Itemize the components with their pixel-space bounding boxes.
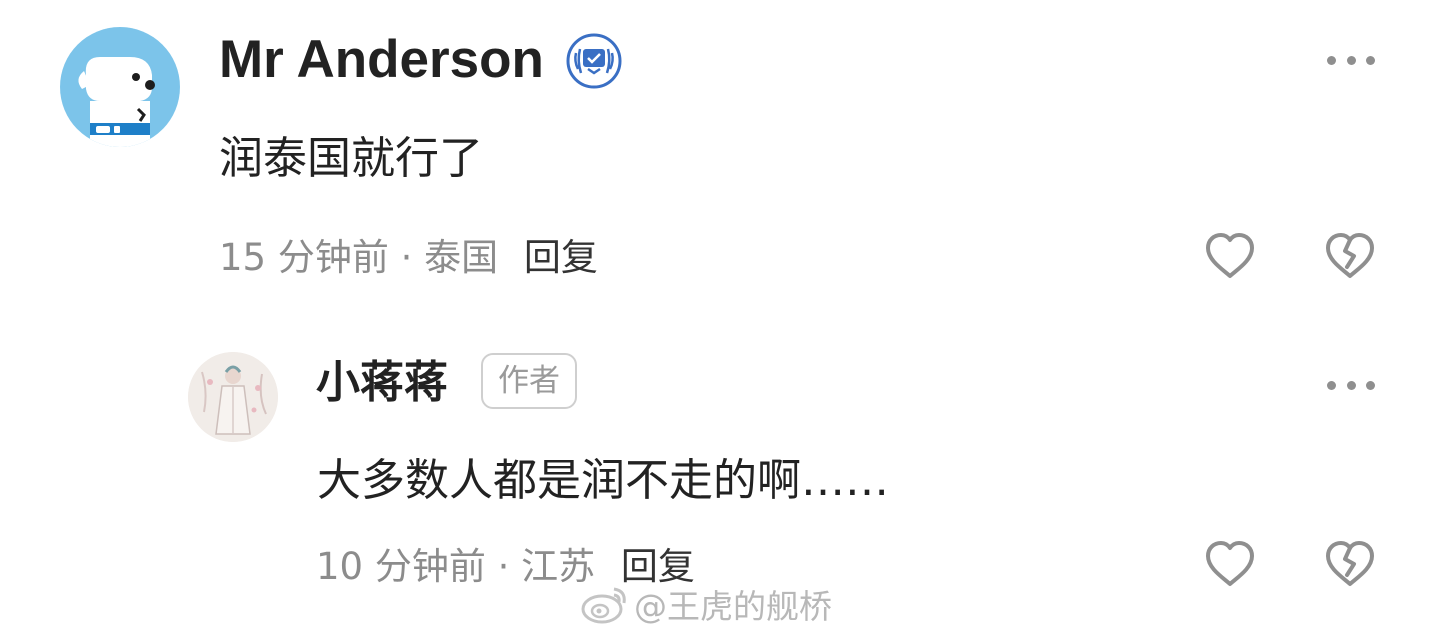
more-options-button[interactable] <box>1327 50 1375 70</box>
weibo-logo-icon <box>581 587 626 624</box>
more-options-button[interactable] <box>1327 375 1375 395</box>
heart-icon[interactable] <box>1202 537 1258 593</box>
comment-text: 大多数人都是润不走的啊…… <box>317 455 889 506</box>
illustration-avatar-icon <box>188 352 278 442</box>
comment-text: 润泰国就行了 <box>219 133 483 184</box>
meta-separator: · <box>400 236 413 279</box>
heart-icon[interactable] <box>1202 229 1258 285</box>
location: 泰国 <box>424 236 499 279</box>
watermark: @王虎的舰桥 <box>580 579 832 629</box>
more-icon <box>1327 380 1336 390</box>
broken-heart-icon[interactable] <box>1322 229 1378 285</box>
username[interactable]: 小蒋蒋 <box>316 354 448 412</box>
timestamp: 10 分钟前 <box>316 545 486 588</box>
comment-meta: 15 分钟前 · 泰国 回复 <box>219 234 598 282</box>
avatar-mr-anderson[interactable] <box>60 27 180 147</box>
avatar-xiaojiangjiang[interactable] <box>188 352 278 442</box>
more-icon <box>1327 55 1336 65</box>
watermark-text: @王虎的舰桥 <box>634 587 832 626</box>
dog-avatar-icon <box>60 27 180 147</box>
timestamp: 15 分钟前 <box>219 236 389 279</box>
author-badge: 作者 <box>481 353 577 409</box>
verified-badge-icon <box>566 33 622 89</box>
username[interactable]: Mr Anderson <box>219 28 544 92</box>
broken-heart-icon[interactable] <box>1322 537 1378 593</box>
meta-separator: · <box>497 545 510 588</box>
reply-button[interactable]: 回复 <box>524 236 598 279</box>
